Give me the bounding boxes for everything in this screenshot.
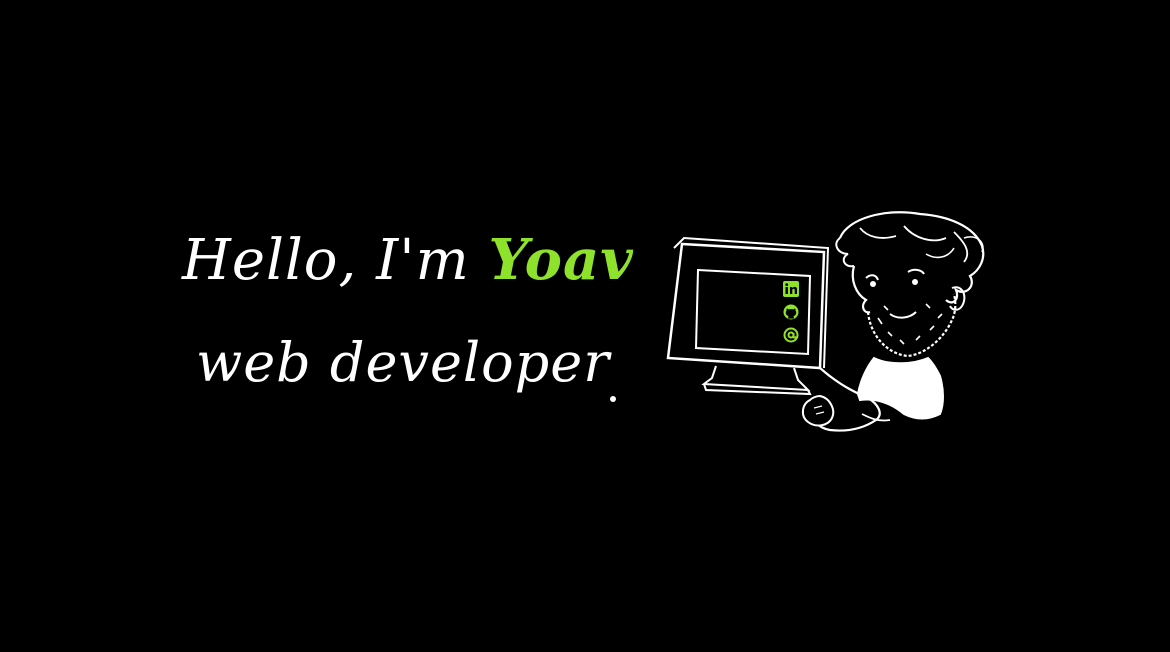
name-highlight: Yoav xyxy=(488,227,634,293)
email-link[interactable] xyxy=(782,326,800,344)
shirt-icon xyxy=(856,356,944,420)
linkedin-link[interactable] xyxy=(782,280,800,298)
email-at-icon xyxy=(783,327,799,343)
linkedin-icon xyxy=(783,281,799,297)
monitor-stand-icon xyxy=(701,365,811,392)
role-line: web developer xyxy=(196,331,611,394)
developer-illustration xyxy=(664,208,994,444)
left-eye-icon xyxy=(870,281,876,287)
social-links xyxy=(782,280,804,350)
developer-drawing xyxy=(666,211,985,432)
page: Hello, I'm Yoav web developer xyxy=(0,0,1170,652)
mouse-icon xyxy=(802,394,835,427)
hero-heading: Hello, I'm Yoav web developer xyxy=(182,224,652,414)
beard-icon xyxy=(866,293,957,358)
smile-icon xyxy=(889,311,917,319)
github-icon xyxy=(783,304,799,320)
face-outline xyxy=(851,265,871,314)
github-link[interactable] xyxy=(782,303,800,321)
right-eye-icon xyxy=(912,279,918,285)
greeting-line: Hello, I'm Yoav xyxy=(182,224,634,297)
greeting-prefix: Hello, I'm xyxy=(182,228,489,293)
period-dot xyxy=(610,396,616,402)
